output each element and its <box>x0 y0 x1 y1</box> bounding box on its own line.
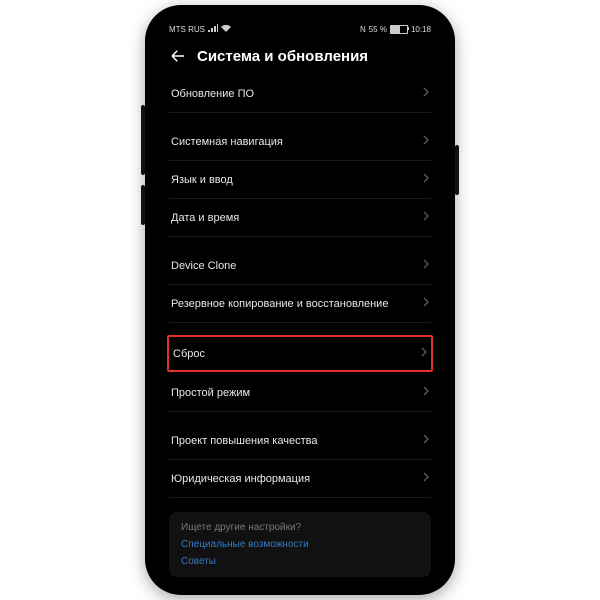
page-title: Система и обновления <box>197 48 368 65</box>
section-gap <box>169 412 431 422</box>
settings-row-label: Резервное копирование и восстановление <box>171 298 388 310</box>
chevron-right-icon <box>423 211 429 224</box>
power-button <box>455 145 459 195</box>
volume-button <box>141 105 145 175</box>
section-gap <box>169 113 431 123</box>
page-header: Система и обновления <box>155 39 445 75</box>
help-link-tips[interactable]: Советы <box>181 556 419 567</box>
settings-row-label: Проект повышения качества <box>171 435 317 447</box>
phone-frame: MTS RUS N 55 % 10:18 Система и обновлени… <box>145 5 455 595</box>
settings-list: Обновление ПО Системная навигация Язык и в… <box>155 75 445 504</box>
settings-row[interactable]: Проект повышения качества <box>169 422 431 460</box>
settings-row[interactable]: Сброс <box>167 335 433 372</box>
screen: MTS RUS N 55 % 10:18 Система и обновлени… <box>155 15 445 585</box>
settings-row[interactable]: Обновление ПО <box>169 75 431 113</box>
settings-row-label: Простой режим <box>171 387 250 399</box>
side-button <box>141 185 145 225</box>
help-link-accessibility[interactable]: Специальные возможности <box>181 539 419 550</box>
battery-pct: 55 % <box>369 25 387 34</box>
signal-icon <box>208 24 218 34</box>
section-gap <box>169 237 431 247</box>
settings-row[interactable]: Язык и ввод <box>169 161 431 199</box>
settings-row-label: Дата и время <box>171 212 239 224</box>
help-prompt: Ищете другие настройки? <box>181 522 419 533</box>
settings-row-label: Device Clone <box>171 260 236 272</box>
chevron-right-icon <box>423 434 429 447</box>
settings-row[interactable]: Системная навигация <box>169 123 431 161</box>
status-bar: MTS RUS N 55 % 10:18 <box>155 15 445 39</box>
chevron-right-icon <box>423 135 429 148</box>
chevron-right-icon <box>423 259 429 272</box>
settings-row[interactable]: Юридическая информация <box>169 460 431 498</box>
chevron-right-icon <box>421 347 427 360</box>
settings-row-label: Язык и ввод <box>171 174 233 186</box>
settings-row[interactable]: Дата и время <box>169 199 431 237</box>
settings-row[interactable]: Простой режим <box>169 374 431 412</box>
chevron-right-icon <box>423 87 429 100</box>
wifi-icon <box>221 24 231 34</box>
settings-row-label: Юридическая информация <box>171 473 310 485</box>
back-icon[interactable] <box>169 47 187 65</box>
settings-row-label: Сброс <box>173 348 205 360</box>
carrier-label: MTS RUS <box>169 25 205 34</box>
chevron-right-icon <box>423 173 429 186</box>
section-gap <box>169 323 431 333</box>
settings-row[interactable]: Device Clone <box>169 247 431 285</box>
chevron-right-icon <box>423 472 429 485</box>
help-card: Ищете другие настройки? Специальные возм… <box>169 512 431 577</box>
clock: 10:18 <box>411 25 431 34</box>
settings-row[interactable]: Резервное копирование и восстановление <box>169 285 431 323</box>
chevron-right-icon <box>423 297 429 310</box>
chevron-right-icon <box>423 386 429 399</box>
battery-icon <box>390 25 408 34</box>
settings-row-label: Системная навигация <box>171 136 283 148</box>
settings-row-label: Обновление ПО <box>171 88 254 100</box>
nfc-icon: N <box>360 25 366 34</box>
